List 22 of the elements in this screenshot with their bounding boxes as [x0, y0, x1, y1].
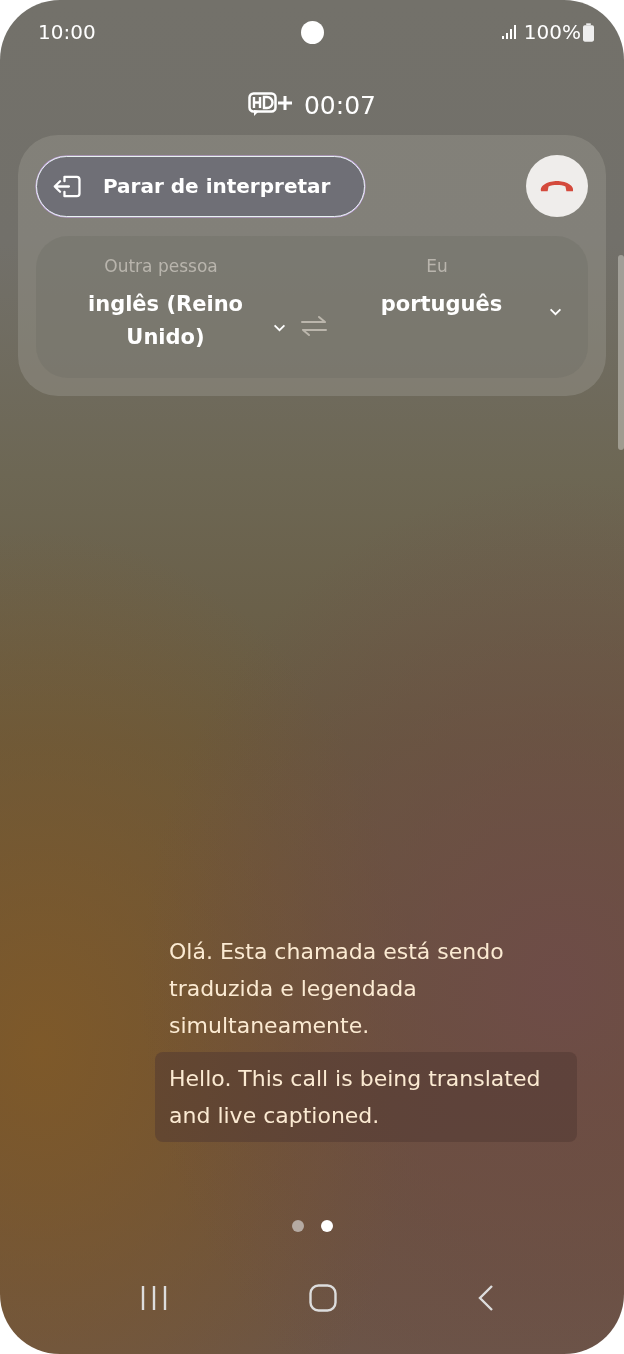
battery-level: 100%: [523, 20, 581, 44]
signal-icon: [501, 25, 518, 39]
camera-hole: [301, 21, 324, 44]
language-role: Outra pessoa: [103, 256, 219, 276]
end-call-icon: [538, 178, 576, 194]
caption-text: Olá. Esta chamada está sendo traduzida e legendada simultaneamente.: [168, 938, 505, 1040]
home-icon[interactable]: [309, 1284, 337, 1312]
call-timer: 00:07: [303, 90, 376, 120]
language-role: Eu: [425, 256, 449, 276]
stop-interpreting-button[interactable]: Parar de interpretar: [36, 155, 366, 217]
battery-icon: [583, 22, 594, 42]
language-dropdown[interactable]: português: [342, 288, 562, 321]
back-icon[interactable]: [477, 1284, 494, 1312]
status-time: 10:00: [38, 20, 96, 44]
language-dropdown[interactable]: inglês (Reino Unido): [66, 288, 286, 354]
page-indicator-dot[interactable]: [291, 1220, 304, 1232]
page-indicator-dot[interactable]: [320, 1220, 333, 1232]
caption-text: Hello. This call is being translated and live captioned.: [155, 1052, 577, 1142]
recent-apps-icon[interactable]: [140, 1285, 169, 1311]
chevron-down-icon: [273, 324, 286, 332]
hd-voice-icon: [247, 92, 294, 118]
chevron-down-icon: [549, 307, 562, 316]
